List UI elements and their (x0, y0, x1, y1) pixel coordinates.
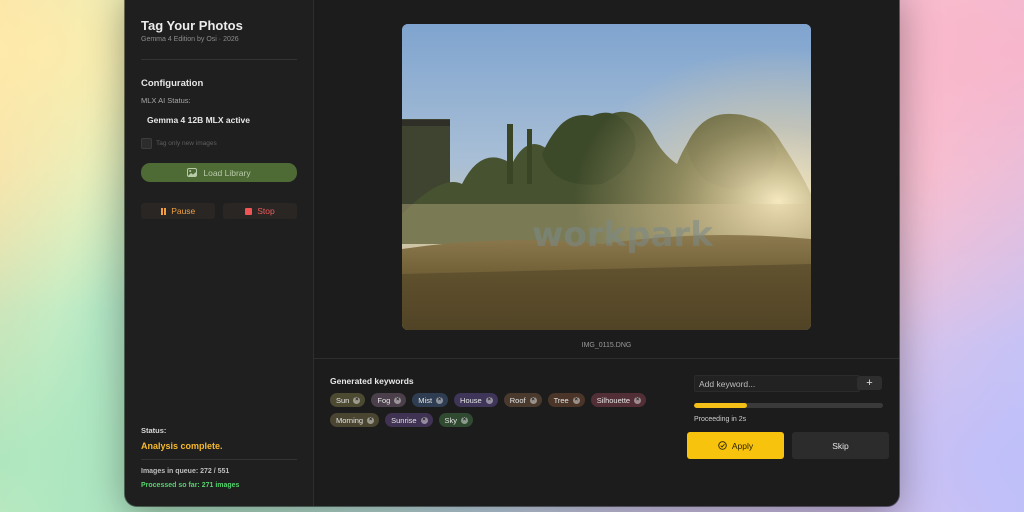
main-divider (314, 358, 899, 359)
close-circle-icon[interactable]: × (353, 396, 361, 404)
keyword-tag-label: House (460, 395, 482, 405)
photo-watermark: workpark (532, 215, 714, 255)
queue-count: Images in queue: 272 / 551 (141, 468, 230, 475)
add-keyword-button[interactable]: + (857, 376, 882, 390)
proceed-progress-fill (694, 403, 747, 408)
config-heading: Configuration (141, 78, 204, 89)
sidebar: Tag Your Photos Gemma 4 Edition by Osi ·… (125, 0, 314, 506)
close-circle-icon[interactable]: × (634, 396, 642, 404)
keyword-tag-label: Fog (377, 395, 391, 405)
tag-new-only-checkbox[interactable] (141, 138, 152, 149)
photo-filename: IMG_0115.DNG (581, 342, 632, 349)
proceed-countdown: Proceeding in 2s (694, 416, 747, 423)
close-circle-icon[interactable]: × (367, 416, 375, 424)
keyword-tag[interactable]: Tree × (547, 393, 585, 407)
close-circle-icon[interactable]: × (485, 396, 493, 404)
apply-button[interactable]: Apply (687, 432, 784, 459)
keyword-tag[interactable]: Silhouette × (590, 393, 647, 407)
load-library-button[interactable]: Load Library (141, 163, 297, 182)
mlx-status-label: MLX AI Status: (141, 96, 191, 105)
stop-icon (245, 207, 253, 215)
keyword-tag-label: Roof (509, 395, 526, 405)
keyword-tag[interactable]: Sky × (438, 413, 474, 427)
keyword-tag[interactable]: Sunrise × (385, 413, 433, 427)
keyword-tag-label: Sky (444, 415, 458, 425)
app-title: Tag Your Photos (141, 18, 243, 33)
keyword-tag[interactable]: Morning × (330, 413, 380, 427)
load-library-label: Load Library (203, 167, 251, 178)
pause-icon (160, 207, 167, 215)
sidebar-divider (141, 59, 297, 60)
keyword-tag[interactable]: Roof × (503, 393, 542, 407)
keywords-heading: Generated keywords (330, 376, 414, 386)
main-panel: workpark IMG_0115.DNG Generated keywords… (314, 0, 899, 506)
processed-count: Processed so far: 271 images (141, 482, 240, 489)
keyword-tags: Sun × Fog × Mist × House × Roof × Tree × Silhouette ×… (330, 393, 660, 427)
status-label: Status: (141, 426, 167, 435)
stop-button[interactable]: Stop (223, 203, 297, 219)
photo-preview: workpark (402, 24, 811, 330)
keyword-tag-label: Mist (418, 395, 433, 405)
pause-button[interactable]: Pause (141, 203, 215, 219)
status-divider (141, 459, 297, 460)
tag-new-only-option[interactable]: Tag only new images (141, 138, 217, 149)
close-circle-icon[interactable]: × (572, 396, 580, 404)
proceed-progress-bar (694, 403, 883, 408)
close-circle-icon[interactable]: × (461, 416, 469, 424)
keyword-tag[interactable]: Fog × (371, 393, 407, 407)
keyword-tag-label: Silhouette (596, 395, 631, 405)
close-circle-icon[interactable]: × (420, 416, 428, 424)
keyword-tag[interactable]: Sun × (330, 393, 366, 407)
keyword-tag-label: Sunrise (391, 415, 417, 425)
keyword-tag-label: Tree (553, 395, 569, 405)
skip-button[interactable]: Skip (792, 432, 889, 459)
close-circle-icon[interactable]: × (394, 396, 402, 404)
keyword-tag-label: Morning (336, 415, 364, 425)
keyword-tag[interactable]: House × (454, 393, 498, 407)
add-keyword-input[interactable] (694, 375, 860, 392)
misty-meadow-photo: workpark (402, 24, 811, 330)
status-value: Analysis complete. (141, 441, 223, 451)
keyword-tag[interactable]: Mist × (412, 393, 449, 407)
skip-label: Skip (832, 440, 849, 451)
app-subtitle: Gemma 4 Edition by Osi · 2026 (141, 36, 239, 43)
pause-label: Pause (171, 206, 196, 216)
keyword-tag-label: Sun (336, 395, 350, 405)
close-circle-icon[interactable]: × (529, 396, 537, 404)
tag-new-only-label: Tag only new images (156, 140, 217, 147)
check-circle-icon (718, 441, 727, 450)
photo-library-icon (187, 168, 198, 177)
app-window: Tag Your Photos Gemma 4 Edition by Osi ·… (125, 0, 899, 506)
close-circle-icon[interactable]: × (436, 396, 444, 404)
mlx-status-value: Gemma 4 12B MLX active (147, 115, 250, 125)
stop-label: Stop (257, 206, 275, 216)
apply-label: Apply (731, 440, 754, 451)
